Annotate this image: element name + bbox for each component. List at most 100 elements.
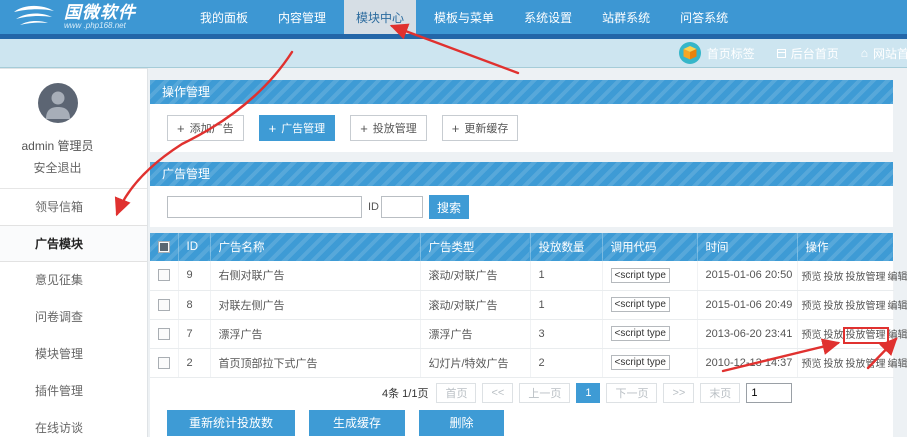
username-label: admin 管理员	[0, 137, 115, 154]
ops-button-2[interactable]: +投放管理	[350, 115, 427, 141]
home-icon: ⌂	[861, 46, 868, 60]
nav-item-0[interactable]: 我的面板	[188, 0, 260, 34]
footer-button-2[interactable]: 删除	[419, 410, 504, 436]
cell-time: 2013-06-20 23:41	[697, 319, 797, 348]
row-checkbox[interactable]	[158, 299, 170, 311]
sidebar-item-3[interactable]: 问卷调查	[0, 299, 147, 336]
cell-count: 1	[530, 290, 602, 319]
page-number-input[interactable]	[746, 383, 792, 403]
action-link-0[interactable]: 预览	[802, 359, 822, 370]
table-row-0: 9右侧对联广告滚动/对联广告1<script type2015-01-06 20…	[150, 261, 893, 290]
page-button-2[interactable]: 上一页	[519, 383, 570, 403]
action-link-3[interactable]: 编辑	[888, 301, 907, 312]
cell-time: 2015-01-06 20:49	[697, 290, 797, 319]
footer-button-0[interactable]: 重新统计投放数	[167, 410, 295, 436]
quick-link-1[interactable]: 后台首页	[777, 45, 839, 62]
page-button-0[interactable]: 首页	[436, 383, 476, 403]
nav-item-2[interactable]: 模块中心	[344, 0, 416, 34]
person-icon	[38, 83, 78, 123]
window-icon	[777, 49, 786, 58]
page-button-5[interactable]: >>	[663, 383, 694, 403]
search-button[interactable]: 搜索	[429, 195, 469, 219]
main-content: 操作管理 +添加广告+广告管理+投放管理+更新缓存 广告管理 ID 搜索 ID广…	[148, 68, 907, 437]
ops-button-label: 广告管理	[281, 120, 325, 136]
cell-checkbox	[150, 348, 178, 377]
ops-button-0[interactable]: +添加广告	[167, 115, 244, 141]
select-all-checkbox[interactable]	[158, 241, 170, 253]
cell-code: <script type	[602, 319, 697, 348]
cell-name: 对联左侧广告	[210, 290, 420, 319]
ops-button-1[interactable]: + 广告管理	[259, 115, 336, 141]
sidebar-item-2[interactable]: 意见征集	[0, 262, 147, 299]
action-link-3[interactable]: 编辑	[888, 272, 907, 283]
header-cell-5: 调用代码	[602, 233, 697, 261]
quick-link-2[interactable]: ⌂网站首页	[861, 45, 907, 62]
nav-item-4[interactable]: 系统设置	[512, 0, 584, 34]
code-input[interactable]: <script type	[611, 297, 670, 312]
action-link-2[interactable]: 投放管理	[846, 359, 886, 370]
cell-id: 7	[178, 319, 210, 348]
page-button-4[interactable]: 下一页	[606, 383, 657, 403]
cell-code: <script type	[602, 290, 697, 319]
page-button-6[interactable]: 末页	[700, 383, 740, 403]
action-link-0[interactable]: 预览	[802, 330, 822, 341]
cell-actions: 预览投放投放管理编辑	[797, 290, 893, 319]
quick-link-0[interactable]: 首页标签	[678, 41, 755, 65]
sidebar-item-1[interactable]: 广告模块	[0, 225, 147, 262]
cell-code: <script type	[602, 261, 697, 290]
row-checkbox[interactable]	[158, 328, 170, 340]
cell-name: 漂浮广告	[210, 319, 420, 348]
sidebar-menu: 领导信箱广告模块意见征集问卷调查模块管理插件管理在线访谈	[0, 188, 147, 437]
row-checkbox[interactable]	[158, 269, 170, 281]
ops-button-3[interactable]: +更新缓存	[442, 115, 519, 141]
code-input[interactable]: <script type	[611, 326, 670, 341]
header-cell-7: 操作	[797, 233, 893, 261]
nav-item-6[interactable]: 问答系统	[668, 0, 740, 34]
action-link-0[interactable]: 预览	[802, 301, 822, 312]
header-cell-4: 投放数量	[530, 233, 602, 261]
action-link-1[interactable]: 投放	[824, 330, 844, 341]
action-link-3[interactable]: 编辑	[888, 359, 907, 370]
operations-panel-title: 操作管理	[150, 80, 893, 104]
search-row: ID 搜索	[150, 186, 893, 227]
navbar-bottom-strip	[0, 34, 907, 39]
action-link-0[interactable]: 预览	[802, 272, 822, 283]
quick-link-label: 首页标签	[707, 45, 755, 62]
code-input[interactable]: <script type	[611, 355, 670, 370]
logout-link[interactable]: 安全退出	[0, 159, 115, 176]
action-link-1[interactable]: 投放	[824, 301, 844, 312]
id-input[interactable]	[381, 196, 423, 218]
footer-button-1[interactable]: 生成缓存	[309, 410, 405, 436]
cell-code: <script type	[602, 348, 697, 377]
ops-button-label: 更新缓存	[464, 120, 508, 136]
action-link-2[interactable]: 投放管理	[846, 272, 886, 283]
topnav-menu: 我的面板内容管理模块中心模板与菜单系统设置站群系统问答系统	[188, 0, 740, 34]
cell-actions: 预览投放投放管理编辑	[797, 261, 893, 290]
header-cell-3: 广告类型	[420, 233, 530, 261]
sidebar-item-0[interactable]: 领导信箱	[0, 188, 147, 225]
nav-item-1[interactable]: 内容管理	[266, 0, 338, 34]
sidebar-item-6[interactable]: 在线访谈	[0, 410, 147, 437]
ad-manage-panel: 广告管理 ID 搜索	[150, 162, 893, 227]
avatar	[38, 83, 78, 123]
action-link-1[interactable]: 投放	[824, 359, 844, 370]
page-button-3[interactable]: 1	[576, 383, 600, 403]
cell-count: 3	[530, 319, 602, 348]
action-link-2-red-boxed[interactable]: 投放管理	[846, 330, 886, 341]
sidebar-item-4[interactable]: 模块管理	[0, 336, 147, 373]
row-checkbox[interactable]	[158, 357, 170, 369]
nav-item-3[interactable]: 模板与菜单	[422, 0, 506, 34]
nav-item-5[interactable]: 站群系统	[590, 0, 662, 34]
action-link-3[interactable]: 编辑	[888, 330, 907, 341]
plus-icon: +	[269, 121, 277, 136]
pagination-buttons: 首页 << 上一页 1 下一页 >> 末页	[436, 383, 746, 403]
keyword-input[interactable]	[167, 196, 362, 218]
app-title: 国微软件	[64, 4, 136, 22]
table-row-3: 2首页顶部拉下式广告幻灯片/特效广告2<script type2010-12-1…	[150, 348, 893, 377]
code-input[interactable]: <script type	[611, 268, 670, 283]
page-button-1[interactable]: <<	[482, 383, 513, 403]
action-link-2[interactable]: 投放管理	[846, 301, 886, 312]
header-cell-0	[150, 233, 178, 261]
sidebar-item-5[interactable]: 插件管理	[0, 373, 147, 410]
action-link-1[interactable]: 投放	[824, 272, 844, 283]
